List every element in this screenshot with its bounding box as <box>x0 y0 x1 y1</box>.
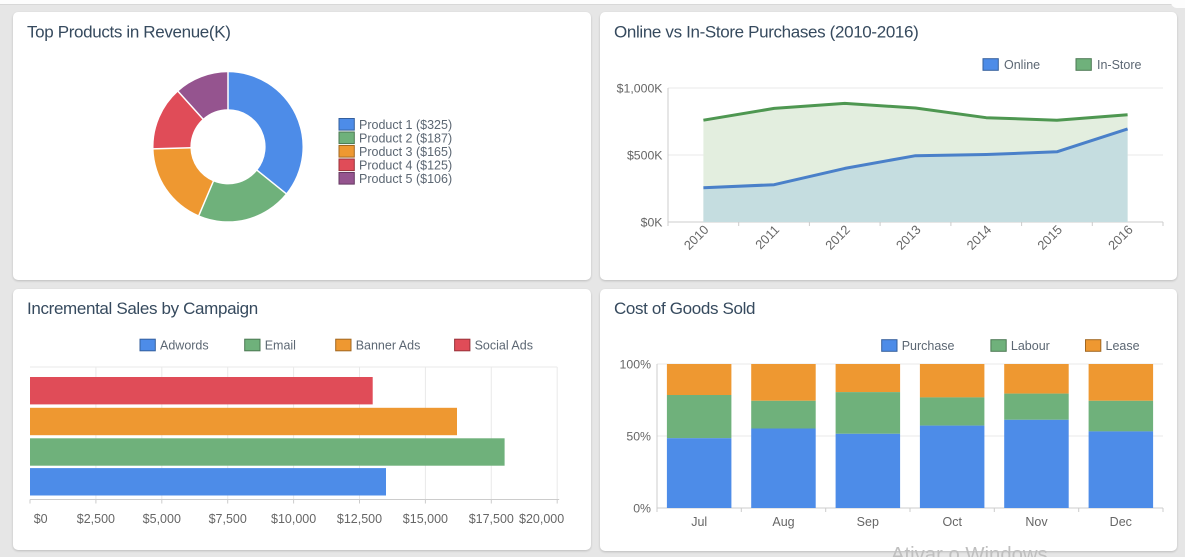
svg-text:2014: 2014 <box>964 222 995 253</box>
svg-text:Aug: Aug <box>772 515 794 529</box>
svg-text:50%: 50% <box>626 429 651 443</box>
svg-text:$20,000: $20,000 <box>519 512 564 526</box>
svg-text:$12,500: $12,500 <box>337 512 382 526</box>
svg-text:Incremental Sales by Campaign: Incremental Sales by Campaign <box>27 299 258 318</box>
svg-text:Purchase: Purchase <box>902 339 955 353</box>
svg-text:Product 5 ($106): Product 5 ($106) <box>359 172 452 186</box>
svg-text:Oct: Oct <box>942 515 962 529</box>
svg-text:Adwords: Adwords <box>160 338 209 352</box>
svg-text:$10,000: $10,000 <box>271 512 316 526</box>
svg-text:2016: 2016 <box>1105 222 1136 253</box>
svg-text:Online: Online <box>1004 58 1040 72</box>
svg-text:$7,500: $7,500 <box>209 512 247 526</box>
svg-text:$500K: $500K <box>627 148 663 162</box>
svg-text:Jul: Jul <box>691 515 707 529</box>
svg-text:Labour: Labour <box>1011 339 1050 353</box>
svg-text:Product 2 ($187): Product 2 ($187) <box>359 131 452 145</box>
svg-text:$17,500: $17,500 <box>469 512 514 526</box>
svg-text:$0: $0 <box>34 512 48 526</box>
svg-text:Cost of Goods Sold: Cost of Goods Sold <box>614 299 755 318</box>
svg-text:Product 3 ($165): Product 3 ($165) <box>359 145 452 159</box>
svg-text:Social Ads: Social Ads <box>475 338 533 352</box>
svg-text:In-Store: In-Store <box>1097 58 1142 72</box>
svg-text:Dec: Dec <box>1110 515 1132 529</box>
svg-text:2011: 2011 <box>752 222 782 252</box>
svg-text:2010: 2010 <box>681 222 712 253</box>
svg-text:Sep: Sep <box>857 515 879 529</box>
svg-text:Online vs In-Store Purchases (: Online vs In-Store Purchases (2010-2016) <box>614 23 918 42</box>
svg-text:2015: 2015 <box>1034 222 1065 253</box>
svg-text:0%: 0% <box>633 501 651 515</box>
svg-text:Product 4 ($125): Product 4 ($125) <box>359 158 452 172</box>
svg-text:$15,000: $15,000 <box>403 512 448 526</box>
svg-text:$1,000K: $1,000K <box>617 81 664 95</box>
svg-text:$5,000: $5,000 <box>143 512 181 526</box>
svg-text:2012: 2012 <box>822 222 853 253</box>
svg-text:Ativar o Windows: Ativar o Windows <box>891 544 1048 557</box>
svg-text:Email: Email <box>265 338 296 352</box>
svg-text:Top Products in Revenue(K): Top Products in Revenue(K) <box>27 23 231 42</box>
svg-text:Lease: Lease <box>1106 339 1140 353</box>
svg-text:$0K: $0K <box>641 215 664 229</box>
svg-text:100%: 100% <box>620 357 652 371</box>
svg-text:Banner Ads: Banner Ads <box>356 338 421 352</box>
svg-text:Nov: Nov <box>1025 515 1048 529</box>
svg-text:2013: 2013 <box>893 222 924 253</box>
svg-text:Product 1 ($325): Product 1 ($325) <box>359 118 452 132</box>
svg-text:$2,500: $2,500 <box>77 512 115 526</box>
